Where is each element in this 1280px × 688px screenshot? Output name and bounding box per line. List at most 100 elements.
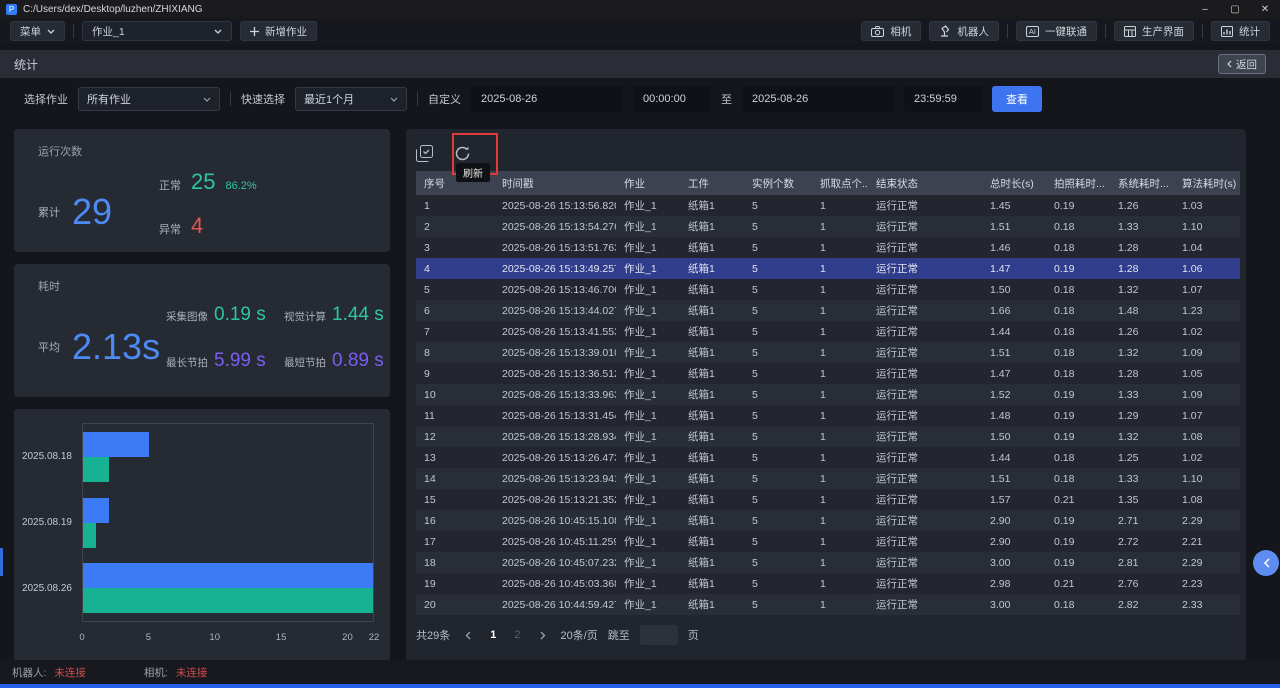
- table-row[interactable]: 202025-08-26 10:44:59.427作业_1纸箱151运行正常3.…: [416, 594, 1240, 615]
- ai-icon: AI: [1026, 26, 1039, 37]
- table-row[interactable]: 192025-08-26 10:45:03.368作业_1纸箱151运行正常2.…: [416, 573, 1240, 594]
- next-page-button[interactable]: [535, 627, 551, 643]
- stats-column: 运行次数 累计 29 正常 25 86.2% 异常 4: [14, 129, 390, 662]
- table-cell: 1.57: [982, 489, 1046, 510]
- table-row[interactable]: 72025-08-26 15:13:41.553作业_1纸箱151运行正常1.4…: [416, 321, 1240, 342]
- table-cell: 1.10: [1174, 468, 1240, 489]
- table-row[interactable]: 152025-08-26 15:13:21.352作业_1纸箱151运行正常1.…: [416, 489, 1240, 510]
- table-cell: 0.18: [1046, 594, 1110, 615]
- multi-select-icon[interactable]: [416, 145, 434, 163]
- job-select[interactable]: 作业_1: [82, 21, 232, 41]
- column-header: 抓取点个...: [812, 171, 868, 195]
- app-logo-icon: P: [6, 4, 17, 15]
- robot-button[interactable]: 机器人: [929, 21, 999, 41]
- table-cell: 2.72: [1110, 531, 1174, 552]
- table-row[interactable]: 12025-08-26 15:13:56.820作业_1纸箱151运行正常1.4…: [416, 195, 1240, 216]
- camera-icon: [871, 26, 884, 37]
- table-cell: 运行正常: [868, 531, 982, 552]
- start-date-input[interactable]: [471, 86, 623, 112]
- job-filter-label: 选择作业: [24, 91, 68, 107]
- page-number-1[interactable]: 1: [486, 629, 500, 641]
- run-count-card: 运行次数 累计 29 正常 25 86.2% 异常 4: [14, 129, 390, 252]
- table-cell: 作业_1: [616, 426, 680, 447]
- title-bar: P C:/Users/dex/Desktop/luzhen/ZHIXIANG –…: [0, 0, 1280, 18]
- table-row[interactable]: 52025-08-26 15:13:46.706作业_1纸箱151运行正常1.5…: [416, 279, 1240, 300]
- table-cell: 纸箱1: [680, 552, 744, 573]
- robot-status-value: 未连接: [54, 665, 86, 680]
- main-content: 运行次数 累计 29 正常 25 86.2% 异常 4: [0, 120, 1280, 662]
- table-cell: 运行正常: [868, 510, 982, 531]
- page-number-2[interactable]: 2: [510, 629, 524, 641]
- table-row[interactable]: 182025-08-26 10:45:07.232作业_1纸箱151运行正常3.…: [416, 552, 1240, 573]
- table-cell: 0.19: [1046, 552, 1110, 573]
- table-cell: 0.18: [1046, 279, 1110, 300]
- chevron-down-icon: [47, 29, 55, 34]
- table-cell: 运行正常: [868, 447, 982, 468]
- table-cell: 1: [812, 489, 868, 510]
- one-key-connect-button[interactable]: AI 一键联通: [1016, 21, 1097, 41]
- to-label: 至: [721, 91, 732, 107]
- menu-dropdown[interactable]: 菜单: [10, 21, 65, 41]
- minimize-button[interactable]: –: [1190, 0, 1220, 18]
- close-button[interactable]: ✕: [1250, 0, 1280, 18]
- table-cell: 0.18: [1046, 237, 1110, 258]
- table-row[interactable]: 112025-08-26 15:13:31.454作业_1纸箱151运行正常1.…: [416, 405, 1240, 426]
- table-cell: 作业_1: [616, 384, 680, 405]
- status-bar: 机器人: 未连接 相机: 未连接: [0, 660, 1280, 684]
- table-cell: 2025-08-26 15:13:56.820: [494, 195, 616, 216]
- stats-label: 统计: [1239, 24, 1260, 39]
- table-cell: 0.19: [1046, 510, 1110, 531]
- table-cell: 纸箱1: [680, 468, 744, 489]
- chart-x-tick: 15: [276, 632, 287, 643]
- table-cell: 1: [812, 237, 868, 258]
- table-row[interactable]: 142025-08-26 15:13:23.941作业_1纸箱151运行正常1.…: [416, 468, 1240, 489]
- add-job-button[interactable]: 新增作业: [240, 21, 317, 41]
- maximize-button[interactable]: ▢: [1220, 0, 1250, 18]
- table-cell: 纸箱1: [680, 594, 744, 615]
- left-edge-indicator: [0, 548, 3, 576]
- end-date-input[interactable]: [742, 86, 894, 112]
- table-cell: 19: [416, 573, 494, 594]
- quick-select[interactable]: 最近1个月: [295, 87, 407, 111]
- view-button[interactable]: 查看: [992, 86, 1042, 112]
- quick-select-value: 最近1个月: [304, 91, 354, 107]
- divider: [1202, 24, 1203, 38]
- refresh-icon[interactable]: [454, 145, 472, 163]
- table-row[interactable]: 62025-08-26 15:13:44.027作业_1纸箱151运行正常1.6…: [416, 300, 1240, 321]
- table-row[interactable]: 22025-08-26 15:13:54.276作业_1纸箱151运行正常1.5…: [416, 216, 1240, 237]
- table-cell: 12: [416, 426, 494, 447]
- back-button[interactable]: 返回: [1218, 54, 1266, 74]
- table-row[interactable]: 82025-08-26 15:13:39.010作业_1纸箱151运行正常1.5…: [416, 342, 1240, 363]
- table-cell: 5: [744, 384, 812, 405]
- table-cell: 1.29: [1110, 405, 1174, 426]
- production-view-button[interactable]: 生产界面: [1114, 21, 1194, 41]
- stats-button[interactable]: 统计: [1211, 21, 1270, 41]
- job-filter-select[interactable]: 所有作业: [78, 87, 220, 111]
- table-cell: 0.19: [1046, 405, 1110, 426]
- table-cell: 作业_1: [616, 489, 680, 510]
- table-cell: 纸箱1: [680, 426, 744, 447]
- max-cycle-value: 5.99 s: [214, 350, 266, 372]
- end-time-input[interactable]: [904, 86, 982, 112]
- start-time-input[interactable]: [633, 86, 711, 112]
- table-row[interactable]: 172025-08-26 10:45:11.259作业_1纸箱151运行正常2.…: [416, 531, 1240, 552]
- table-row[interactable]: 102025-08-26 15:13:33.963作业_1纸箱151运行正常1.…: [416, 384, 1240, 405]
- jump-page-input[interactable]: [640, 625, 678, 645]
- table-cell: 5: [744, 321, 812, 342]
- table-cell: 2025-08-26 10:44:59.427: [494, 594, 616, 615]
- table-row[interactable]: 32025-08-26 15:13:51.763作业_1纸箱151运行正常1.4…: [416, 237, 1240, 258]
- table-cell: 5: [744, 405, 812, 426]
- table-row[interactable]: 122025-08-26 15:13:28.934作业_1纸箱151运行正常1.…: [416, 426, 1240, 447]
- table-row[interactable]: 132025-08-26 15:13:26.473作业_1纸箱151运行正常1.…: [416, 447, 1240, 468]
- divider: [73, 24, 74, 38]
- table-cell: 纸箱1: [680, 573, 744, 594]
- column-header: 系统耗时...: [1110, 171, 1174, 195]
- camera-button[interactable]: 相机: [861, 21, 921, 41]
- table-row[interactable]: 162025-08-26 10:45:15.108作业_1纸箱151运行正常2.…: [416, 510, 1240, 531]
- table-row[interactable]: 42025-08-26 15:13:49.257作业_1纸箱151运行正常1.4…: [416, 258, 1240, 279]
- table-row[interactable]: 92025-08-26 15:13:36.512作业_1纸箱151运行正常1.4…: [416, 363, 1240, 384]
- table-cell: 0.18: [1046, 363, 1110, 384]
- drawer-toggle-button[interactable]: [1253, 550, 1279, 576]
- prev-page-button[interactable]: [460, 627, 476, 643]
- table-cell: 1.10: [1174, 216, 1240, 237]
